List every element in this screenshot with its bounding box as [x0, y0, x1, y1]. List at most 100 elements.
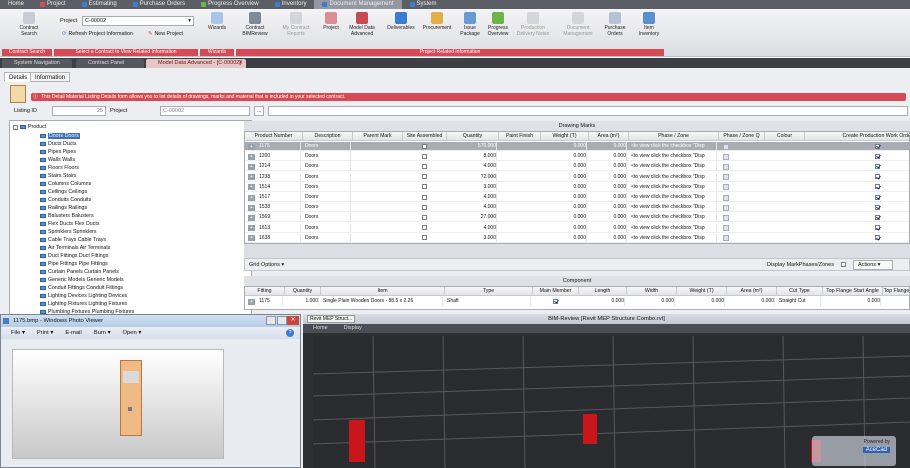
- tree-item[interactable]: Ducts Ducts: [40, 141, 77, 147]
- component-cell[interactable]: 0.000: [825, 297, 881, 306]
- tree-item[interactable]: Duct Fittings Duct Fittings: [40, 253, 108, 259]
- menu-open[interactable]: Open ▾: [123, 330, 142, 336]
- expand-row-icon[interactable]: +: [248, 204, 255, 211]
- tree-item[interactable]: Lighting Fixtures Lighting Fixtures: [40, 301, 127, 307]
- component-header[interactable]: Width: [627, 287, 677, 296]
- grid-cell[interactable]: 27.000: [449, 213, 497, 222]
- minimize-button[interactable]: [266, 316, 276, 325]
- grid-cell[interactable]: Doors: [305, 233, 351, 243]
- deliverables-button[interactable]: Deliverables: [384, 12, 418, 32]
- component-header[interactable]: Item: [321, 287, 445, 296]
- component-cell[interactable]: 0.000: [729, 297, 775, 306]
- tree-item[interactable]: Columns Columns: [40, 181, 91, 187]
- tree-item[interactable]: Sprinklers Sprinklers: [40, 229, 97, 235]
- new-project-button[interactable]: ✎ New Project: [148, 31, 183, 37]
- expand-row-icon[interactable]: +: [248, 225, 255, 232]
- menu-print[interactable]: Print ▾: [37, 330, 53, 336]
- procurement-button[interactable]: Procurement: [420, 12, 454, 32]
- grid-cell[interactable]: 1517: [259, 193, 301, 202]
- wizards-button[interactable]: Wizards: [202, 12, 232, 32]
- create-work-order-checkbox[interactable]: [875, 153, 880, 159]
- tree-item[interactable]: Conduit Fittings Conduit Fittings: [40, 285, 123, 291]
- grid-cell[interactable]: 0.000: [591, 162, 627, 171]
- grid-cell[interactable]: <to view click the checkbox "Disp: [631, 223, 717, 233]
- listing-id-field[interactable]: 25: [52, 106, 106, 116]
- expand-row-icon[interactable]: +: [248, 214, 255, 221]
- grid-cell[interactable]: 3.000: [449, 182, 497, 192]
- grid-header[interactable]: Area (m²): [589, 132, 629, 141]
- doc-tab-model-data-advanced[interactable]: Model Data Advanced - [C-00002] ✕: [146, 59, 246, 68]
- site-assembled-checkbox[interactable]: [422, 153, 427, 159]
- tree-item[interactable]: Flex Ducts Flex Ducts: [40, 221, 100, 227]
- grid-cell[interactable]: 1514: [259, 182, 301, 192]
- grid-cell[interactable]: <to view click the checkbox "Disp: [631, 233, 717, 243]
- tree-item[interactable]: Stairs Stairs: [40, 173, 77, 179]
- grid-cell[interactable]: 0.000: [543, 172, 587, 182]
- revit-file-tab[interactable]: Revit MEP Struct...: [307, 315, 356, 323]
- project-field[interactable]: C-00002: [160, 106, 250, 116]
- tree-item[interactable]: Air Terminals Air Terminals: [40, 245, 110, 251]
- grid-cell[interactable]: Doors: [305, 142, 351, 151]
- grid-cell[interactable]: 4.000: [449, 193, 497, 202]
- expand-row-icon[interactable]: +: [248, 163, 255, 170]
- model-data-advanced-button[interactable]: Model Data Advanced: [344, 12, 380, 37]
- component-header[interactable]: Top Flange: [883, 287, 909, 296]
- grid-header[interactable]: Product Number: [245, 132, 303, 141]
- grid-cell[interactable]: <to view click the checkbox "Disp: [631, 152, 717, 161]
- tree-item[interactable]: Lighting Devices Lighting Devices: [40, 293, 127, 299]
- site-assembled-checkbox[interactable]: [422, 143, 427, 149]
- top-tab-home[interactable]: Home: [0, 0, 32, 9]
- grid-cell[interactable]: 0.000: [591, 182, 627, 192]
- tree-item[interactable]: Cable Trays Cable Trays: [40, 237, 106, 243]
- grid-cell[interactable]: 0.000: [591, 193, 627, 202]
- grid-cell[interactable]: 0.000: [543, 162, 587, 171]
- create-work-order-checkbox[interactable]: [875, 194, 880, 200]
- grid-cell[interactable]: 1569: [259, 213, 301, 222]
- grid-cell[interactable]: 0.000: [591, 223, 627, 233]
- expand-row-icon[interactable]: +: [248, 184, 255, 191]
- project-button[interactable]: Project: [318, 12, 344, 32]
- tree-item[interactable]: Floors Floors: [40, 165, 79, 171]
- grid-cell[interactable]: 1613: [259, 223, 301, 233]
- grid-header[interactable]: Create Production Work Order: [805, 132, 909, 141]
- doc-tab-system-navigation[interactable]: System Navigation: [2, 59, 72, 68]
- component-header[interactable]: Quantity: [285, 287, 321, 296]
- revit-menu-home[interactable]: Home: [313, 324, 328, 333]
- grid-cell[interactable]: 4.000: [449, 162, 497, 171]
- grid-cell[interactable]: 0.000: [543, 223, 587, 233]
- grid-header[interactable]: Phase / Zone Q: [719, 132, 765, 141]
- expand-row-icon[interactable]: +: [248, 153, 255, 160]
- actions-button[interactable]: Actions ▾: [853, 260, 893, 270]
- window-close-button[interactable]: ✕: [287, 316, 299, 325]
- grid-cell[interactable]: Doors: [305, 213, 351, 222]
- grid-options-button[interactable]: Grid Options ▾: [249, 262, 284, 268]
- tab-details[interactable]: Details: [4, 72, 33, 82]
- grid-header[interactable]: Site Assembled: [403, 132, 447, 141]
- tree-item[interactable]: Curtain Panels Curtain Panels: [40, 269, 119, 275]
- issue-package-button[interactable]: Issue Package: [456, 12, 484, 37]
- grid-cell[interactable]: 1238: [259, 172, 301, 182]
- expand-row-icon[interactable]: +: [248, 143, 255, 150]
- grid-cell[interactable]: 4.000: [449, 223, 497, 233]
- collapse-icon[interactable]: -: [13, 124, 18, 130]
- project-select[interactable]: C-00002 ▾: [82, 16, 194, 26]
- component-header[interactable]: Weight (T): [677, 287, 727, 296]
- grid-cell[interactable]: 0.000: [591, 203, 627, 212]
- tree-item[interactable]: Balusters Balusters: [40, 213, 94, 219]
- grid-cell[interactable]: 0.000: [543, 182, 587, 192]
- grid-cell[interactable]: <to view click the checkbox "Disp: [631, 162, 717, 171]
- create-work-order-checkbox[interactable]: [875, 204, 880, 210]
- site-assembled-checkbox[interactable]: [422, 235, 427, 241]
- grid-cell[interactable]: 72.000: [449, 172, 497, 182]
- grid-cell[interactable]: <to view click the checkbox "Disp: [631, 213, 717, 222]
- site-assembled-checkbox[interactable]: [422, 174, 427, 180]
- menu-burn[interactable]: Burn ▾: [94, 330, 111, 336]
- grid-cell[interactable]: Doors: [305, 203, 351, 212]
- display-mark-phases-checkbox[interactable]: [841, 262, 846, 267]
- grid-cell[interactable]: Doors: [305, 162, 351, 171]
- component-cell[interactable]: Single Plain Wooden Doors - 88.5 x 2.26: [323, 297, 443, 306]
- grid-header[interactable]: Quantity: [447, 132, 499, 141]
- top-tab-document-management[interactable]: Document Management: [314, 0, 402, 9]
- grid-cell[interactable]: 1638: [259, 233, 301, 243]
- grid-cell[interactable]: 0.000: [543, 142, 587, 151]
